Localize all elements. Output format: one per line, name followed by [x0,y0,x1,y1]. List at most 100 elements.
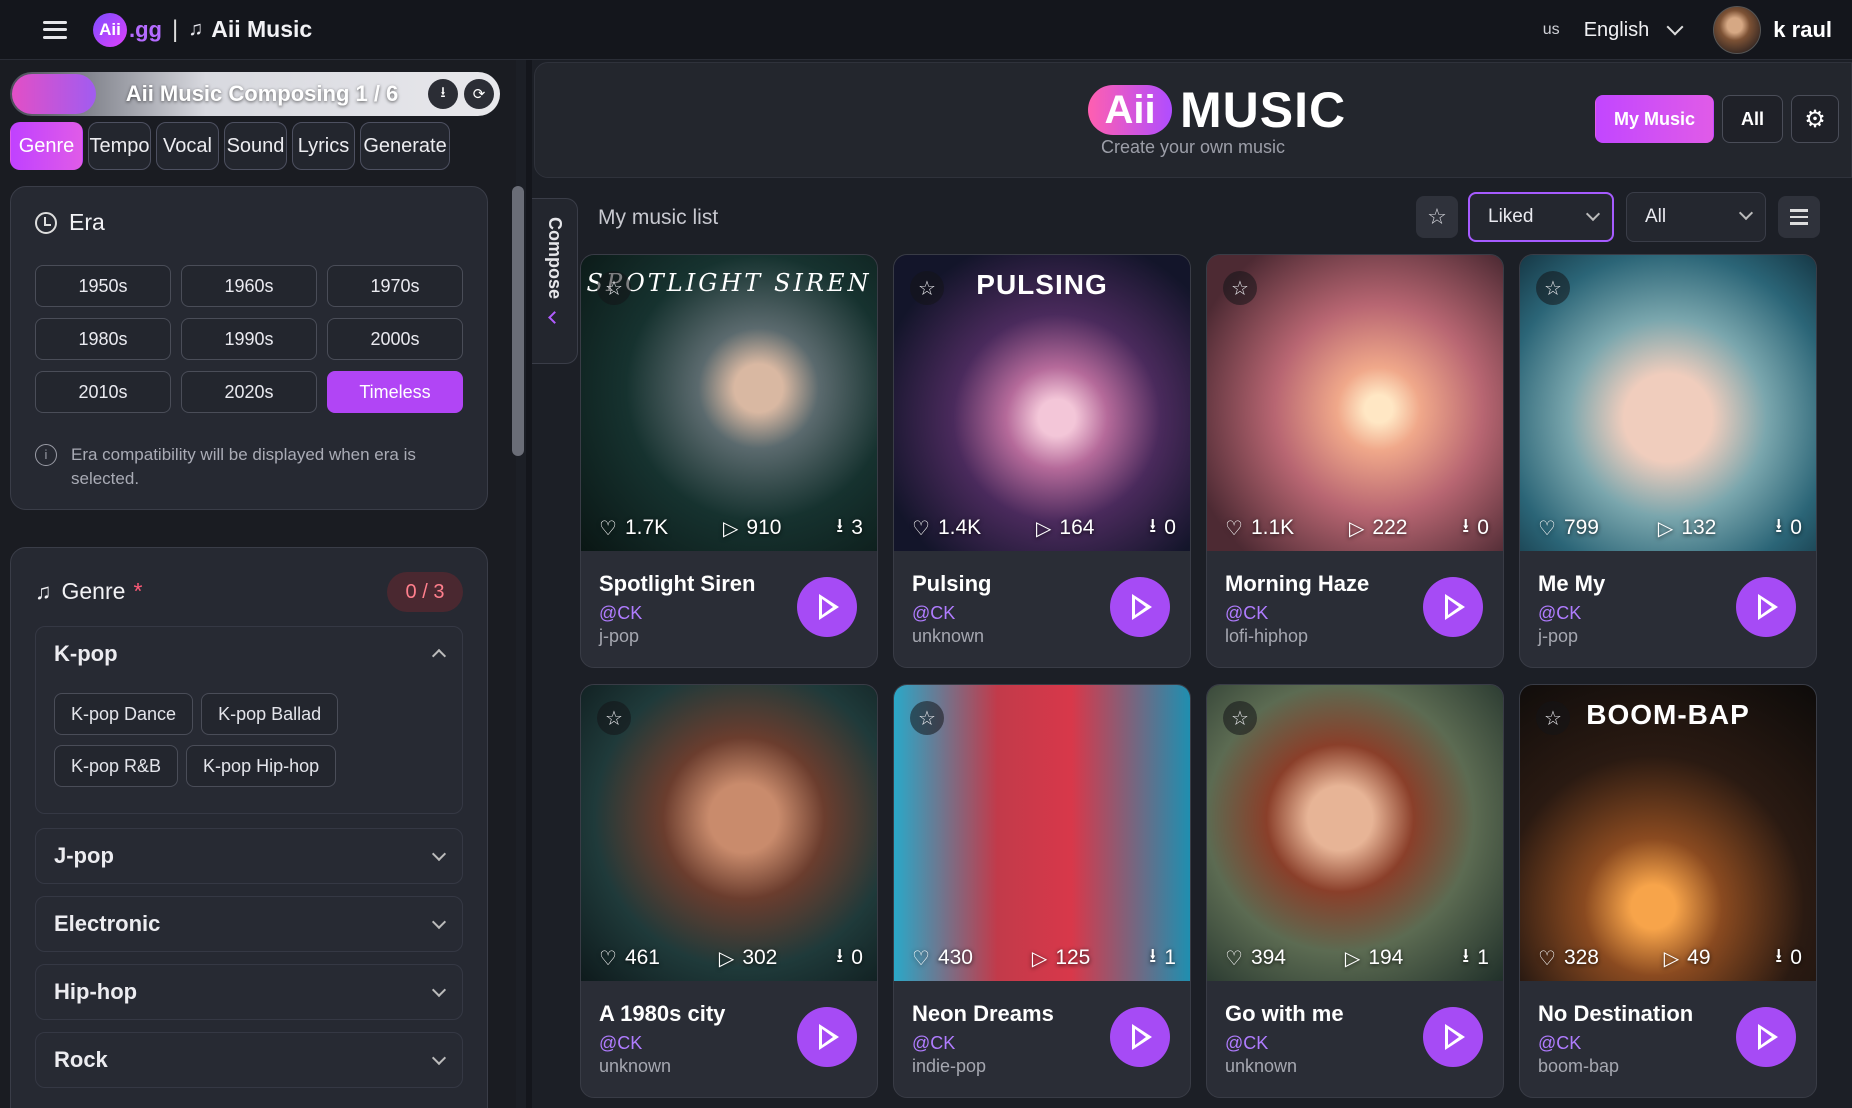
avatar[interactable] [1713,6,1762,54]
era-option-2010s[interactable]: 2010s [35,371,171,413]
star-icon[interactable]: ☆ [1536,701,1570,735]
downloads-stat[interactable]: ⭳ 1 [1462,941,1489,975]
subgenre-kpop-rnb[interactable]: K-pop R&B [54,745,179,787]
track-card[interactable]: ☆ ♡ 799 ▷ 132 ⭳ 0 Me My @CK j-pop [1519,254,1817,668]
subgenre-kpop-hiphop[interactable]: K-pop Hip-hop [186,745,337,787]
username[interactable]: k raul [1773,17,1832,43]
liked-filter-select[interactable]: Liked [1468,192,1614,242]
tab-genre[interactable]: Genre [10,122,83,170]
brand-logo: Aii [93,12,127,47]
track-card[interactable]: BOOM-BAP ☆ ♡ 328 ▷ 49 ⭳ 0 No Destination @C… [1519,684,1817,1098]
compose-toggle[interactable]: Compose [532,198,578,364]
likes-count: 461 [624,946,660,969]
era-option-2000s[interactable]: 2000s [327,318,463,360]
likes-stat[interactable]: ♡ 799 [1538,511,1599,545]
star-icon[interactable]: ☆ [1223,701,1257,735]
track-card[interactable]: ☆ ♡ 461 ▷ 302 ⭳ 0 A 1980s city @CK unknown [580,684,878,1098]
downloads-count: 1 [1164,946,1176,969]
play-button[interactable] [1736,1007,1796,1067]
category-filter-select[interactable]: All [1626,192,1766,242]
genre-group-header[interactable]: Electronic [36,897,462,951]
subgenre-kpop-ballad[interactable]: K-pop Ballad [201,693,339,735]
genre-group-rock[interactable]: Rock [35,1032,463,1088]
settings-icon[interactable]: ⚙ [1791,95,1839,143]
brand[interactable]: Aii .gg | ♫ Aii Music [93,12,312,47]
tab-vocal[interactable]: Vocal [156,122,219,170]
star-icon[interactable]: ☆ [910,701,944,735]
favorite-filter-star-icon[interactable]: ☆ [1416,196,1458,238]
era-option-1960s[interactable]: 1960s [181,265,317,307]
list-view-icon[interactable] [1778,196,1820,238]
panel-scrollbar[interactable] [512,186,524,456]
track-card[interactable]: ☆ ♡ 394 ▷ 194 ⭳ 1 Go with me @CK unknown [1206,684,1504,1098]
star-icon[interactable]: ☆ [1223,271,1257,305]
era-option-1970s[interactable]: 1970s [327,265,463,307]
downloads-stat[interactable]: ⭳ 0 [836,941,863,975]
star-icon[interactable]: ☆ [597,701,631,735]
play-button[interactable] [1736,577,1796,637]
play-button[interactable] [1110,1007,1170,1067]
downloads-stat[interactable]: ⭳ 0 [1149,511,1176,545]
likes-stat[interactable]: ♡ 461 [599,941,660,975]
era-option-1980s[interactable]: 1980s [35,318,171,360]
genre-group-header[interactable]: Hip-hop [36,965,462,1019]
subgenre-kpop-dance[interactable]: K-pop Dance [54,693,194,735]
downloads-stat[interactable]: ⭳ 1 [1149,941,1176,975]
play-count-icon: ▷ [718,947,735,970]
downloads-stat[interactable]: ⭳ 0 [1775,941,1802,975]
genre-group-header[interactable]: K-pop [36,627,462,681]
menu-icon[interactable] [43,20,67,39]
tab-tempo[interactable]: Tempo [88,122,151,170]
all-music-button[interactable]: All [1721,95,1783,143]
era-option-timeless[interactable]: Timeless [327,371,463,413]
genre-group-kpop: K-pop K-pop Dance K-pop Ballad K-pop R&B… [35,626,463,814]
genre-group-hiphop[interactable]: Hip-hop [35,964,463,1020]
chevron-down-icon[interactable] [1666,18,1684,36]
compose-label: Compose [545,217,565,300]
track-card[interactable]: ☆ ♡ 1.1K ▷ 222 ⭳ 0 Morning Haze @CK lofi-hi… [1206,254,1504,668]
play-button[interactable] [1110,577,1170,637]
download-icon: ⭳ [1149,515,1157,537]
likes-stat[interactable]: ♡ 1.1K [1225,511,1294,545]
era-option-1990s[interactable]: 1990s [181,318,317,360]
star-icon[interactable]: ☆ [1536,271,1570,305]
download-icon[interactable]: ⭳ [428,79,458,109]
likes-stat[interactable]: ♡ 1.7K [599,511,668,545]
track-card[interactable]: SPOTLIGHT SIREN ☆ ♡ 1.7K ▷ 910 ⭳ 3 Spotligh… [580,254,878,668]
refresh-icon[interactable]: ⟳ [464,79,494,109]
genre-group-jpop[interactable]: J-pop [35,828,463,884]
chevron-down-icon [431,914,447,930]
track-card[interactable]: ☆ ♡ 430 ▷ 125 ⭳ 1 Neon Dreams @CK indie-pop [893,684,1191,1098]
downloads-count: 0 [1790,516,1802,539]
plays-count: 125 [1055,946,1091,969]
download-icon: ⭳ [836,515,844,537]
play-icon-inner [1448,599,1459,615]
my-music-button[interactable]: My Music [1594,95,1714,143]
era-option-1950s[interactable]: 1950s [35,265,171,307]
genre-group-header[interactable]: J-pop [36,829,462,883]
play-icon-inner [1135,599,1146,615]
era-option-2020s[interactable]: 2020s [181,371,317,413]
play-icon [819,594,839,620]
genre-group-electronic[interactable]: Electronic [35,896,463,952]
tab-sound[interactable]: Sound [224,122,287,170]
likes-stat[interactable]: ♡ 394 [1225,941,1286,975]
tab-lyrics[interactable]: Lyrics [292,122,355,170]
star-icon[interactable]: ☆ [910,271,944,305]
likes-stat[interactable]: ♡ 430 [912,941,973,975]
downloads-stat[interactable]: ⭳ 3 [836,511,863,545]
play-button[interactable] [797,1007,857,1067]
track-card[interactable]: PULSING ☆ ♡ 1.4K ▷ 164 ⭳ 0 Pulsing @CK unkn… [893,254,1191,668]
star-icon[interactable]: ☆ [597,271,631,305]
language-selector[interactable]: English [1584,19,1650,42]
chevron-down-icon [1738,205,1754,221]
tab-generate[interactable]: Generate [360,122,450,170]
play-button[interactable] [1423,577,1483,637]
likes-stat[interactable]: ♡ 328 [1538,941,1599,975]
play-button[interactable] [797,577,857,637]
downloads-stat[interactable]: ⭳ 0 [1462,511,1489,545]
likes-stat[interactable]: ♡ 1.4K [912,511,981,545]
downloads-stat[interactable]: ⭳ 0 [1775,511,1802,545]
genre-group-header[interactable]: Rock [36,1033,462,1087]
play-button[interactable] [1423,1007,1483,1067]
